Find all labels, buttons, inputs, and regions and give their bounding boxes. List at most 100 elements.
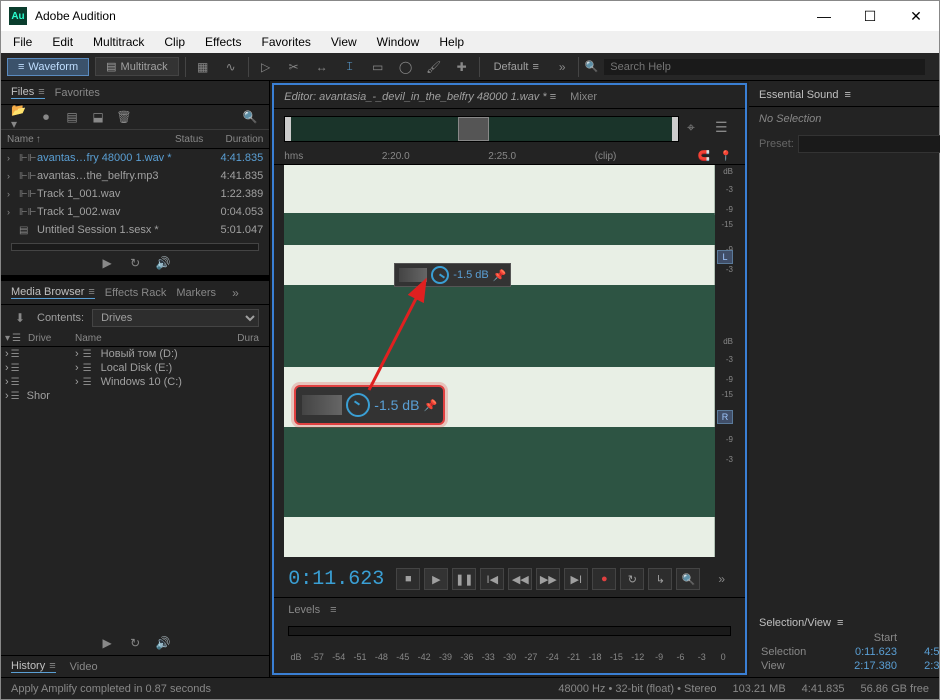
menu-file[interactable]: File (5, 33, 40, 51)
col-name-header[interactable]: Name ↑ (7, 134, 159, 145)
close-button[interactable]: ✕ (893, 1, 939, 31)
view-menu-icon[interactable]: ☰ (715, 119, 735, 139)
file-row[interactable]: ›⊩⊩avantas…fry 48000 1.wav *4:41.835 (1, 149, 269, 167)
menu-help[interactable]: Help (431, 33, 472, 51)
record-button[interactable]: ● (592, 568, 616, 590)
volume-hud-highlighted[interactable]: -1.5 dB 📌 (294, 385, 445, 425)
play-icon[interactable]: ▶ (98, 254, 116, 272)
loop-button[interactable]: ↻ (620, 568, 644, 590)
right-channel-badge[interactable]: R (717, 410, 733, 424)
new-multitrack-icon[interactable]: ▤ (63, 108, 81, 126)
spectral-icon[interactable]: ▦ (192, 57, 214, 77)
snap-icon[interactable]: 🧲 (695, 150, 713, 164)
play-icon[interactable]: ▶ (98, 634, 116, 652)
mb-name-header[interactable]: Name (71, 331, 233, 347)
col-duration-header[interactable]: Duration (203, 134, 263, 145)
menu-multitrack[interactable]: Multitrack (85, 33, 152, 51)
file-row[interactable]: ›⊩⊩avantas…the_belfry.mp34:41.835 (1, 167, 269, 185)
overview-waveform[interactable] (284, 116, 679, 142)
waveform-display[interactable]: dB -3 -9 -15 -9 -3 L dB -3 -9 -15 R -9 -… (284, 165, 735, 557)
waveform-mode-button[interactable]: ≡ Waveform (7, 58, 89, 76)
essential-menu-icon[interactable]: ≡ (845, 89, 851, 101)
level-meter-bar[interactable] (288, 626, 731, 636)
tab-files[interactable]: Files≡ (11, 86, 45, 99)
chevron-down-icon[interactable]: ▾ (5, 333, 10, 344)
move-tool-icon[interactable]: ▷ (255, 57, 277, 77)
tab-video[interactable]: Video (70, 661, 98, 673)
hud-pin-icon[interactable]: 📌 (493, 269, 507, 282)
drive-item[interactable]: ›☰Новый том (D:) (71, 347, 233, 361)
preset-input[interactable] (798, 135, 940, 153)
overview-handle-left[interactable] (285, 117, 291, 141)
auto-play-icon[interactable]: 🔊 (154, 634, 172, 652)
timecode-display[interactable]: 0:11.623 (288, 568, 384, 591)
sv-sel-start[interactable]: 0:11.623 (829, 645, 899, 659)
mb-up-icon[interactable]: ⬇ (11, 309, 29, 327)
sv-view-start[interactable]: 2:17.380 (829, 659, 899, 673)
open-file-icon[interactable]: 📂▾ (11, 108, 29, 126)
tab-markers[interactable]: Markers (176, 287, 216, 299)
drive-item[interactable]: ›☰Windows 10 (C:) (71, 375, 233, 389)
hud-pin-icon[interactable]: 📌 (423, 399, 437, 412)
multitrack-mode-button[interactable]: ▤ Multitrack (95, 57, 178, 76)
record-file-icon[interactable]: ⏺ (37, 108, 55, 126)
file-row[interactable]: ▤Untitled Session 1.sesx *5:01.047 (1, 221, 269, 239)
skip-start-button[interactable]: I◀ (480, 568, 504, 590)
left-channel-badge[interactable]: L (717, 250, 733, 264)
tab-mixer[interactable]: Mixer (570, 91, 597, 103)
zoom-target-icon[interactable]: ⌖ (687, 119, 707, 139)
loop-icon[interactable]: ↻ (126, 254, 144, 272)
levels-menu-icon[interactable]: ≡ (330, 604, 336, 616)
file-row[interactable]: ›⊩⊩Track 1_002.wav0:04.053 (1, 203, 269, 221)
mb-dura-header[interactable]: Dura (233, 331, 269, 347)
overview-handle-right[interactable] (672, 117, 678, 141)
sv-view-end[interactable]: 2:31.602 (899, 659, 940, 673)
mb-overflow-icon[interactable]: » (226, 286, 245, 300)
minimize-button[interactable]: — (801, 1, 847, 31)
time-select-tool-icon[interactable]: 𝙸 (339, 57, 361, 77)
col-status-header[interactable]: Status (159, 134, 203, 145)
time-ruler[interactable]: hms 2:20.0 2:25.0 (clip) 🧲 📍 (274, 149, 745, 165)
mb-contents-select[interactable]: Drives (92, 309, 259, 327)
volume-hud-small[interactable]: -1.5 dB 📌 (394, 263, 511, 287)
tab-effects-rack[interactable]: Effects Rack (105, 287, 167, 299)
pin-icon[interactable]: 📍 (717, 150, 735, 164)
zoom-menu-button[interactable]: 🔍 (676, 568, 700, 590)
menu-edit[interactable]: Edit (44, 33, 81, 51)
marquee-tool-icon[interactable]: ▭ (367, 57, 389, 77)
transport-overflow-icon[interactable]: » (712, 572, 731, 586)
tab-media-browser[interactable]: Media Browser≡ (11, 286, 95, 299)
tab-menu-icon[interactable]: ≡ (38, 86, 44, 98)
razor-tool-icon[interactable]: ✂ (283, 57, 305, 77)
overview-visible-range[interactable] (458, 117, 489, 141)
play-button[interactable]: ▶ (424, 568, 448, 590)
insert-icon[interactable]: ⬓ (89, 108, 107, 126)
tab-history[interactable]: History≡ (11, 660, 56, 673)
search-input[interactable] (604, 59, 925, 75)
tab-favorites[interactable]: Favorites (55, 87, 100, 99)
stop-button[interactable]: ■ (396, 568, 420, 590)
trash-icon[interactable]: 🗑 (115, 108, 133, 126)
workspace-selector[interactable]: Default ≡ (486, 61, 547, 73)
brush-tool-icon[interactable]: 🖌 (423, 57, 445, 77)
menu-favorites[interactable]: Favorites (254, 33, 319, 51)
maximize-button[interactable]: ☐ (847, 1, 893, 31)
sv-menu-icon[interactable]: ≡ (837, 617, 843, 629)
search-files-icon[interactable]: 🔍 (241, 108, 259, 126)
toolbar-overflow-icon[interactable]: » (553, 60, 572, 74)
hud-knob-icon[interactable] (431, 266, 449, 284)
files-scrollbar[interactable] (11, 243, 259, 251)
pitch-icon[interactable]: ∿ (220, 57, 242, 77)
file-row[interactable]: ›⊩⊩Track 1_001.wav1:22.389 (1, 185, 269, 203)
auto-play-icon[interactable]: 🔊 (154, 254, 172, 272)
loop-icon[interactable]: ↻ (126, 634, 144, 652)
sv-sel-end[interactable]: 4:53.458 (899, 645, 940, 659)
pause-button[interactable]: ❚❚ (452, 568, 476, 590)
menu-effects[interactable]: Effects (197, 33, 249, 51)
editor-file-tab[interactable]: Editor: avantasia_-_devil_in_the_belfry … (284, 91, 556, 103)
skip-end-button[interactable]: ▶I (564, 568, 588, 590)
lasso-tool-icon[interactable]: ◯ (395, 57, 417, 77)
menu-window[interactable]: Window (369, 33, 428, 51)
menu-view[interactable]: View (323, 33, 365, 51)
heal-tool-icon[interactable]: ✚ (451, 57, 473, 77)
